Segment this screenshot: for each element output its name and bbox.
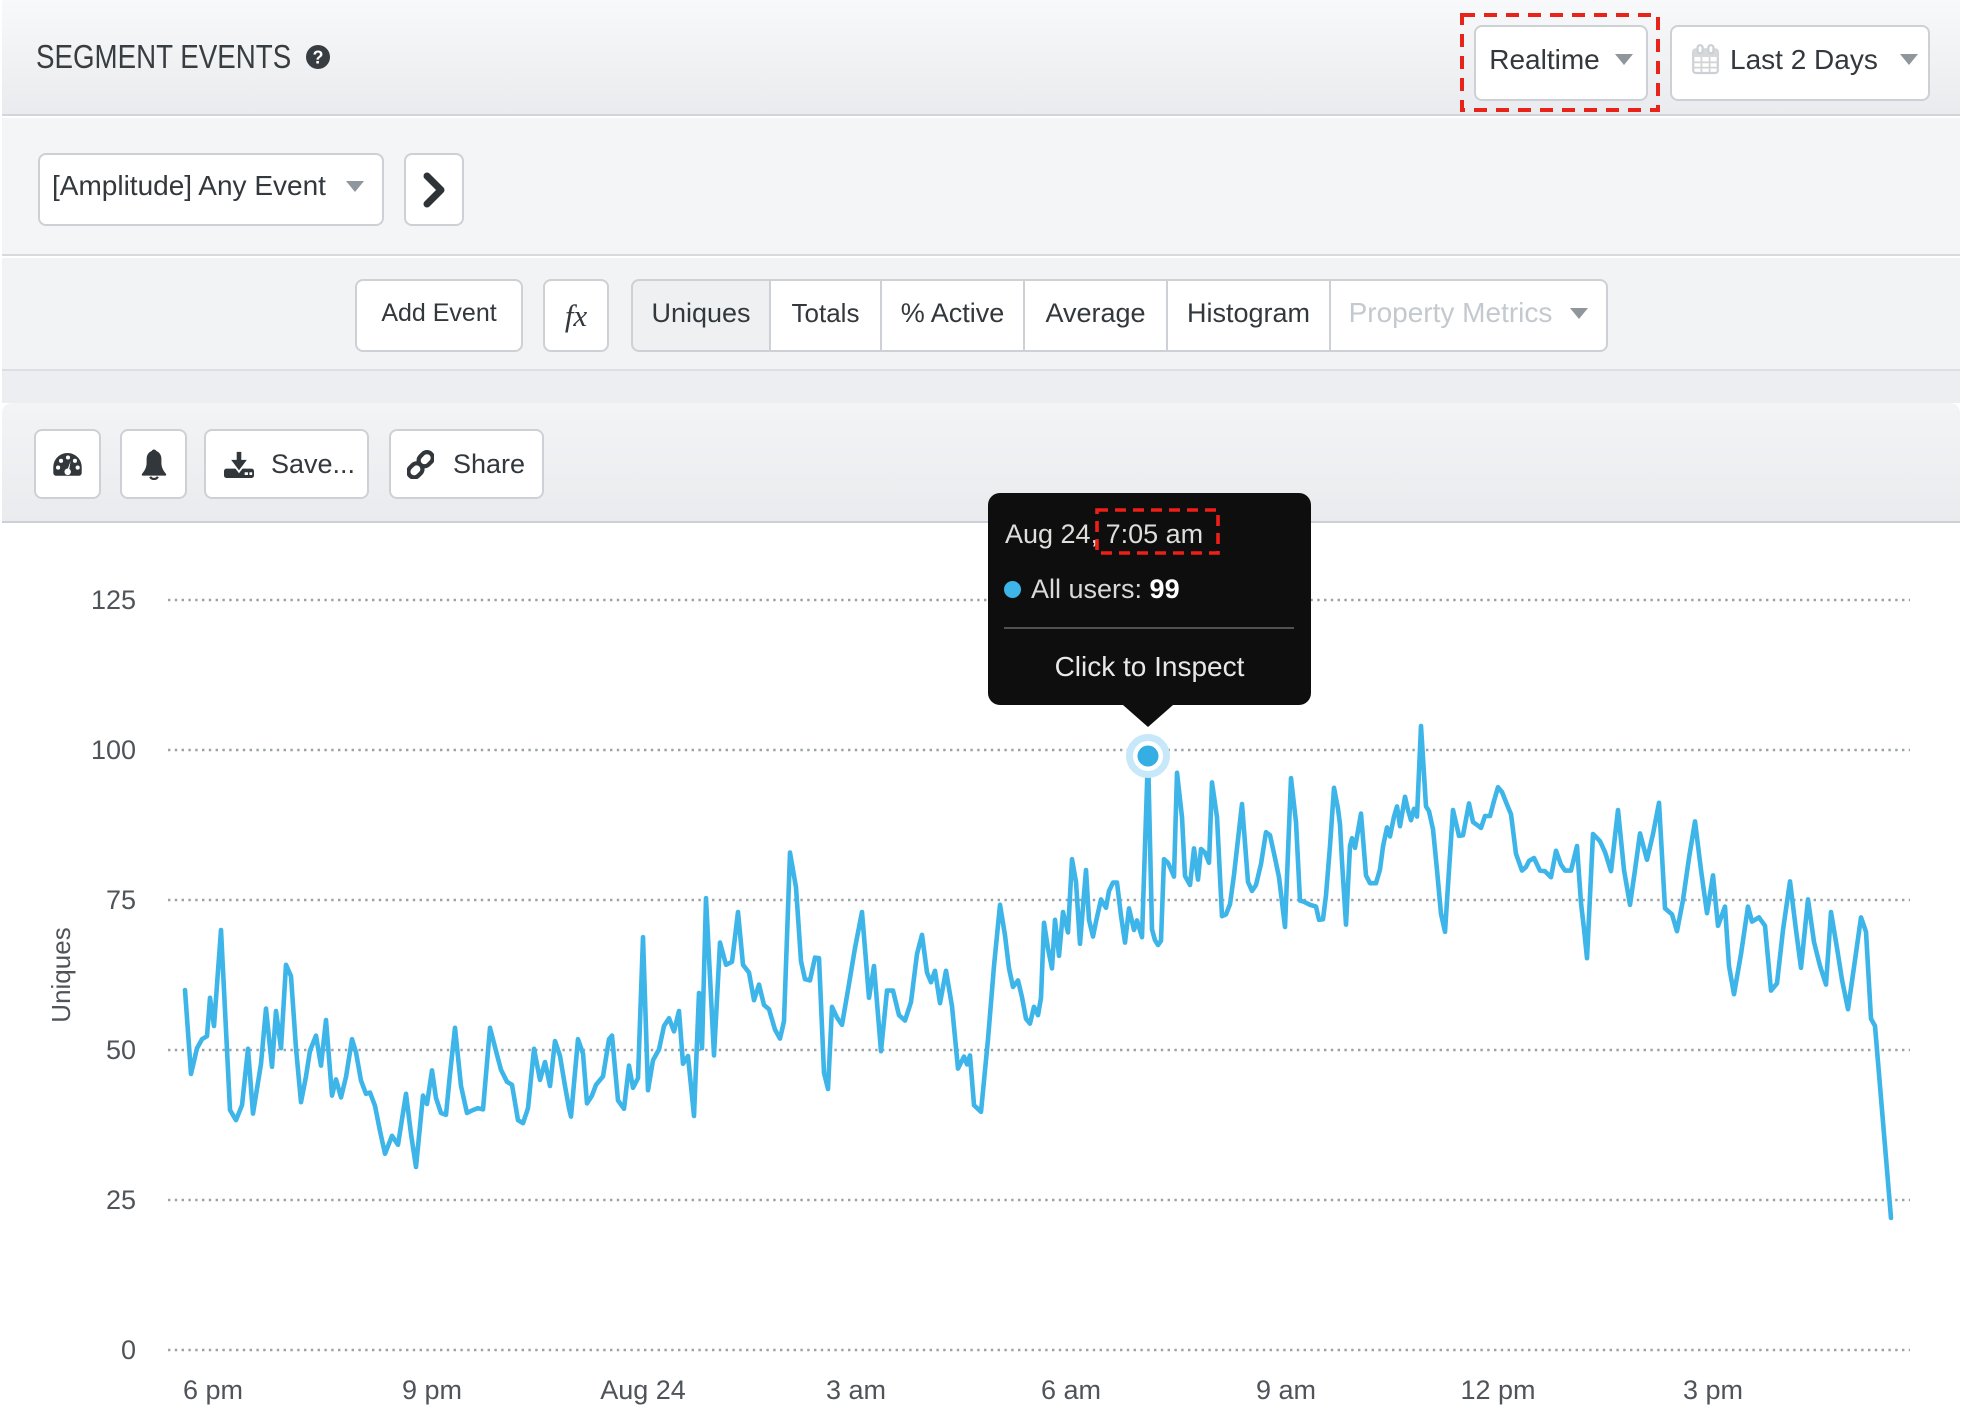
- svg-text:100: 100: [91, 735, 136, 765]
- svg-text:12 pm: 12 pm: [1460, 1375, 1535, 1405]
- svg-text:6 pm: 6 pm: [183, 1375, 243, 1405]
- svg-text:Uniques: Uniques: [46, 927, 76, 1022]
- svg-text:0: 0: [121, 1335, 136, 1365]
- svg-text:9 pm: 9 pm: [402, 1375, 462, 1405]
- svg-text:125: 125: [91, 585, 136, 615]
- svg-text:75: 75: [106, 885, 136, 915]
- svg-text:Aug 24: Aug 24: [600, 1375, 686, 1405]
- svg-text:25: 25: [106, 1185, 136, 1215]
- svg-text:6 am: 6 am: [1041, 1375, 1101, 1405]
- svg-text:3 pm: 3 pm: [1683, 1375, 1743, 1405]
- svg-text:9 am: 9 am: [1256, 1375, 1316, 1405]
- svg-text:50: 50: [106, 1035, 136, 1065]
- svg-text:3 am: 3 am: [826, 1375, 886, 1405]
- svg-text:?: ?: [313, 48, 324, 68]
